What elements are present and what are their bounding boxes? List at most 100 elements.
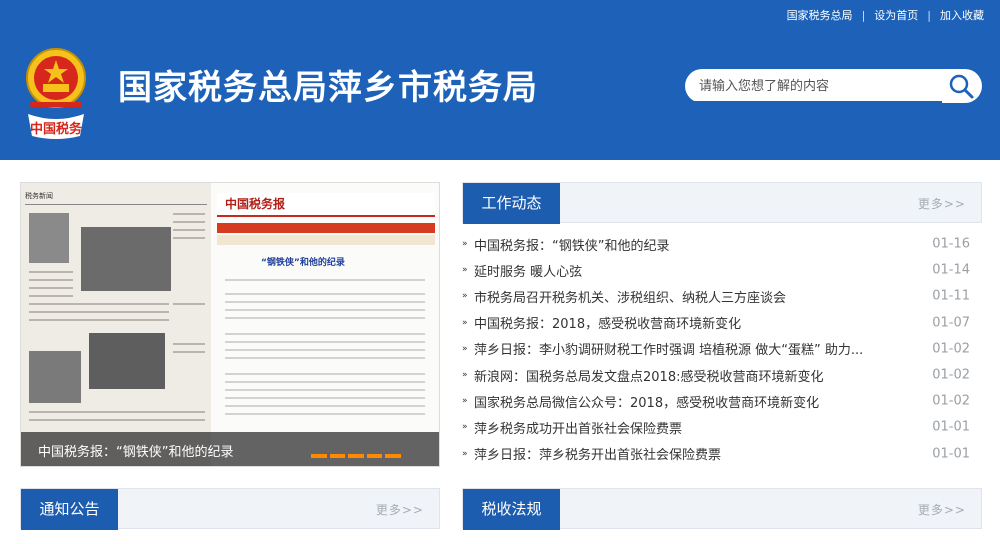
newspaper-text-line — [225, 341, 425, 343]
newspaper-text-line — [29, 287, 73, 289]
tab-notices[interactable]: 通知公告 — [21, 489, 118, 530]
newspaper-text-line — [225, 373, 425, 375]
news-title[interactable]: 国家税务总局微信公众号：2018，感受税收营商环境新变化 — [474, 392, 819, 411]
list-arrow-icon: » — [462, 265, 468, 276]
slide-indicator-dot[interactable] — [348, 454, 364, 458]
newspaper-text-line — [173, 229, 205, 231]
newspaper-nav — [217, 223, 435, 233]
list-arrow-icon: » — [462, 239, 468, 250]
newspaper-page: 税务新闻 — [21, 183, 211, 466]
list-arrow-icon: » — [462, 422, 468, 433]
newspaper-text-line — [225, 413, 425, 415]
slide-indicator-dot[interactable] — [329, 454, 346, 458]
news-item[interactable]: » 中国税务报：2018，感受税收营商环境新变化 01-07 — [462, 310, 982, 336]
national-emblem-icon[interactable]: 中国税务 — [18, 44, 94, 140]
newspaper-text-line — [173, 351, 205, 353]
newspaper-text-line — [225, 293, 425, 295]
slide-indicator-dot[interactable] — [366, 454, 383, 458]
site-header: 国家税务总局 | 设为首页 | 加入收藏 中国税务 国家税务总局萍乡市税务局 — [0, 0, 1000, 160]
top-link-set-homepage[interactable]: 设为首页 — [874, 7, 918, 23]
news-date: 01-14 — [932, 262, 970, 278]
news-item[interactable]: » 萍乡税务成功开出首张社会保险费票 01-01 — [462, 414, 982, 440]
newspaper-text-line — [29, 311, 169, 313]
newspaper-text-line — [225, 309, 425, 311]
notices-more-link[interactable]: 更多>> — [376, 501, 424, 518]
newspaper-photo — [89, 333, 165, 389]
search-underline — [693, 101, 942, 103]
list-arrow-icon: » — [462, 448, 468, 459]
top-links: 国家税务总局 | 设为首页 | 加入收藏 — [787, 7, 984, 23]
news-item[interactable]: » 市税务局召开税务机关、涉税组织、纳税人三方座谈会 01-11 — [462, 283, 982, 309]
search-input[interactable] — [699, 75, 939, 97]
news-date: 01-02 — [932, 367, 970, 383]
top-link-tax-admin[interactable]: 国家税务总局 — [787, 7, 853, 23]
newspaper-text-line — [225, 381, 425, 383]
top-link-separator: | — [861, 8, 866, 22]
newspaper-text-line — [225, 349, 425, 351]
news-date: 01-07 — [932, 315, 970, 331]
newspaper-text-line — [29, 295, 73, 297]
news-item[interactable]: » 中国税务报：“钢铁侠”和他的纪录 01-16 — [462, 231, 982, 257]
news-date: 01-01 — [932, 419, 970, 435]
news-item[interactable]: » 萍乡日报：李小豹调研财税工作时强调 培植税源 做大“蛋糕” 助力... 01-0… — [462, 336, 982, 362]
newspaper-headline: “钢铁侠”和他的纪录 — [261, 258, 345, 268]
newspaper-section: 税务新闻 — [25, 191, 207, 205]
news-title[interactable]: 中国税务报：2018，感受税收营商环境新变化 — [474, 313, 741, 332]
slide-caption[interactable]: 中国税务报：“钢铁侠”和他的纪录 — [38, 441, 233, 460]
list-arrow-icon: » — [462, 291, 468, 302]
news-title[interactable]: 新浪网：国税务总局发文盘点2018:感受税收营商环境新变化 — [474, 366, 823, 385]
slide-indicator-dot[interactable] — [385, 454, 401, 458]
news-date: 01-11 — [932, 288, 970, 304]
news-title[interactable]: 萍乡税务成功开出首张社会保险费票 — [474, 418, 682, 437]
slide-indicator[interactable] — [311, 454, 401, 458]
newspaper-text-line — [225, 301, 425, 303]
top-link-add-favorite[interactable]: 加入收藏 — [940, 7, 984, 23]
news-title[interactable]: 延时服务 暖人心弦 — [474, 261, 582, 280]
newspaper-text-line — [225, 405, 425, 407]
news-date: 01-16 — [932, 236, 970, 252]
news-date: 01-01 — [932, 446, 970, 462]
news-title[interactable]: 市税务局召开税务机关、涉税组织、纳税人三方座谈会 — [474, 287, 786, 306]
news-item[interactable]: » 国家税务总局微信公众号：2018，感受税收营商环境新变化 01-02 — [462, 388, 982, 414]
list-arrow-icon: » — [462, 317, 468, 328]
slide-caption-bar: 中国税务报：“钢铁侠”和他的纪录 — [21, 432, 439, 466]
tax-law-header: 税收法规 更多>> — [462, 488, 982, 530]
newspaper-text-line — [29, 303, 169, 305]
news-date: 01-02 — [932, 341, 970, 357]
work-news-header: 工作动态 更多>> — [462, 182, 982, 224]
newspaper-text-line — [225, 333, 425, 335]
newspaper-logo: 中国税务报 — [225, 197, 286, 211]
newspaper-text-line — [29, 271, 73, 273]
newspaper-text-line — [173, 221, 205, 223]
newspaper-text-line — [173, 303, 205, 305]
newspaper-tabs — [217, 235, 435, 245]
search-box — [685, 69, 982, 103]
work-news-more-link[interactable]: 更多>> — [918, 195, 966, 212]
newspaper-text-line — [225, 317, 425, 319]
news-item[interactable]: » 萍乡日报：萍乡税务开出首张社会保险费票 01-01 — [462, 441, 982, 467]
featured-slide[interactable]: 税务新闻 中国税务报 “钢铁侠”和他的纪录 中国税务报：“钢铁侠”和他的纪录 — [20, 182, 440, 467]
news-title[interactable]: 萍乡日报：李小豹调研财税工作时强调 培植税源 做大“蛋糕” 助力... — [474, 339, 863, 358]
newspaper-text-line — [173, 237, 205, 239]
search-icon[interactable] — [946, 72, 976, 100]
tab-tax-law[interactable]: 税收法规 — [463, 489, 560, 530]
slide-indicator-dot[interactable] — [311, 454, 327, 458]
newspaper-photo — [81, 227, 171, 291]
newspaper-text-line — [225, 357, 425, 359]
news-title[interactable]: 中国税务报：“钢铁侠”和他的纪录 — [474, 235, 669, 254]
tax-law-more-link[interactable]: 更多>> — [918, 501, 966, 518]
newspaper-web-page: 中国税务报 “钢铁侠”和他的纪录 — [211, 183, 439, 466]
notices-header: 通知公告 更多>> — [20, 488, 440, 530]
top-link-separator: | — [927, 8, 931, 22]
newspaper-text-line — [173, 343, 205, 345]
tab-work-news[interactable]: 工作动态 — [463, 183, 560, 224]
svg-text:中国税务: 中国税务 — [30, 121, 83, 137]
newspaper-photo — [29, 213, 69, 263]
list-arrow-icon: » — [462, 370, 468, 381]
news-title[interactable]: 萍乡日报：萍乡税务开出首张社会保险费票 — [474, 444, 721, 463]
newspaper-text-line — [173, 213, 205, 215]
newspaper-text-line — [29, 279, 73, 281]
news-date: 01-02 — [932, 393, 970, 409]
news-item[interactable]: » 延时服务 暖人心弦 01-14 — [462, 257, 982, 283]
news-item[interactable]: » 新浪网：国税务总局发文盘点2018:感受税收营商环境新变化 01-02 — [462, 362, 982, 388]
